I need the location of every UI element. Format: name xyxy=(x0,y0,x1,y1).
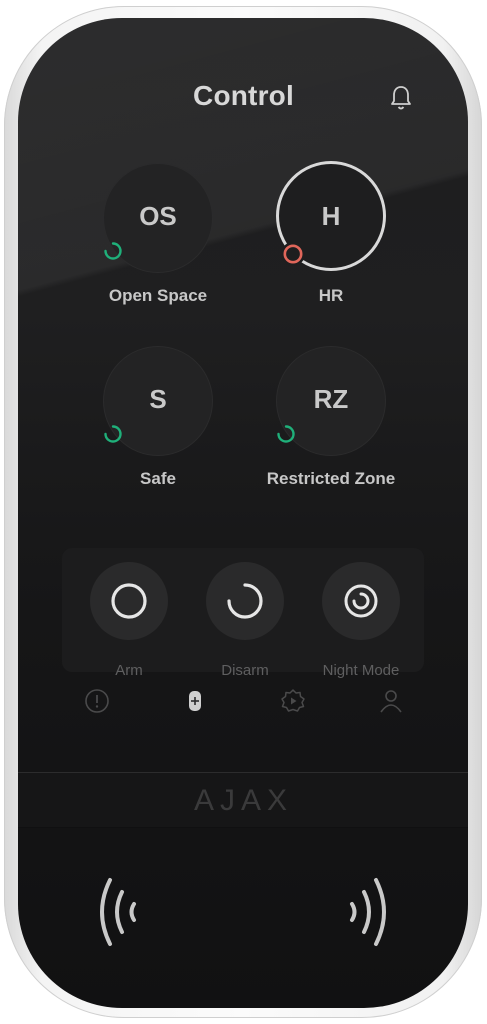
armed-status-icon xyxy=(281,242,305,266)
keypad-icon[interactable] xyxy=(182,688,208,714)
alert-icon[interactable] xyxy=(84,688,110,714)
disarm-button[interactable] xyxy=(206,562,284,640)
page-title: Control xyxy=(193,80,294,111)
disarmed-status-icon xyxy=(104,242,122,260)
bell-icon[interactable] xyxy=(389,84,413,112)
arm-icon xyxy=(111,583,147,619)
group-abbr: S xyxy=(149,384,167,414)
group-abbr: RZ xyxy=(313,384,349,414)
disarm-icon xyxy=(227,583,263,619)
group-label: Open Space xyxy=(108,286,208,305)
group-label: Safe xyxy=(140,469,176,488)
nfc-right-icon xyxy=(350,878,386,946)
group-abbr: H xyxy=(321,201,341,231)
disarmed-status-icon xyxy=(277,425,295,443)
mode-label: Night Mode xyxy=(322,662,400,679)
mode-label: Disarm xyxy=(221,662,269,679)
group-hr[interactable]: H HR xyxy=(266,161,396,321)
disarmed-status-icon xyxy=(104,425,122,443)
user-icon[interactable] xyxy=(378,688,404,714)
group-abbr: OS xyxy=(139,201,177,231)
night-mode-icon xyxy=(344,584,378,618)
nfc-left-icon xyxy=(100,878,136,946)
mode-label: Arm xyxy=(115,662,143,679)
group-safe[interactable]: S Safe xyxy=(93,346,223,506)
device-face xyxy=(18,18,468,1008)
arm-button[interactable] xyxy=(90,562,168,640)
night-mode-button[interactable] xyxy=(322,562,400,640)
group-label: HR xyxy=(318,286,344,305)
brand-logo: AJAX xyxy=(193,784,294,817)
settings-icon[interactable] xyxy=(280,688,306,714)
group-label: Restricted Zone xyxy=(266,469,396,488)
group-restricted-zone[interactable]: RZ Restricted Zone xyxy=(266,346,396,506)
group-open-space[interactable]: OS Open Space xyxy=(93,163,223,323)
